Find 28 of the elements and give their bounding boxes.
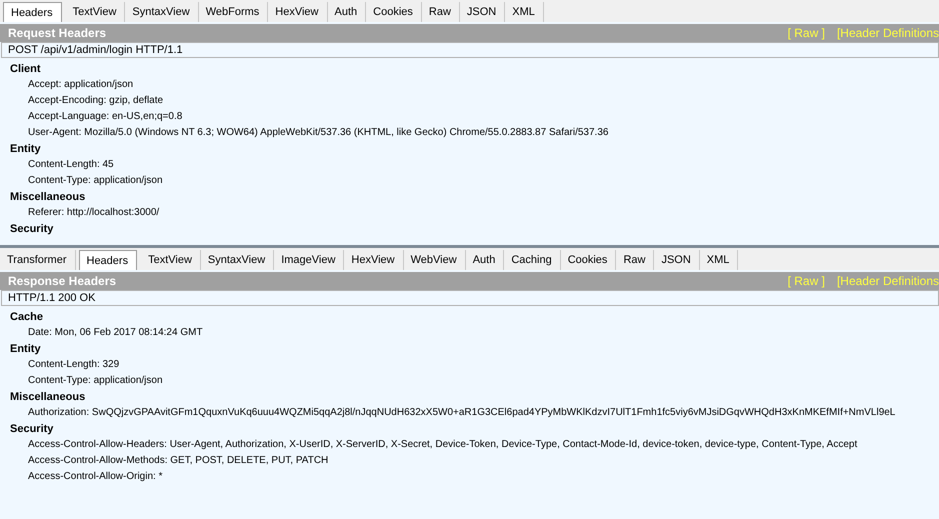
header-entry: Accept-Language: en-US,en;q=0.8: [27, 110, 184, 124]
header-entry: Content-Length: 45: [27, 158, 115, 172]
header-group-label: Miscellaneous: [10, 390, 86, 405]
header-entry: Accept: application/json: [27, 78, 134, 92]
header-group-label: Miscellaneous: [10, 190, 86, 205]
header-entry: Access-Control-Allow-Origin: *: [27, 470, 164, 484]
header-group-label: Entity: [10, 342, 42, 357]
section-title: Request Headers: [8, 26, 106, 40]
request-line-field[interactable]: HTTP/1.1 200 OK: [1, 290, 939, 306]
request-line-field[interactable]: POST /api/v1/admin/login HTTP/1.1: [1, 42, 939, 58]
header-group-label: Security: [10, 222, 54, 237]
tab[interactable]: Headers: [78, 250, 138, 270]
header-group-label: Cache: [10, 310, 44, 325]
header-entry: Date: Mon, 06 Feb 2017 08:14:24 GMT: [27, 326, 204, 340]
tab[interactable]: Headers: [3, 2, 62, 22]
header-entry: Content-Length: 329: [27, 358, 120, 372]
section-title: Response Headers: [8, 274, 116, 288]
header-entry: Content-Type: application/json: [27, 374, 164, 388]
header-entry: Authorization: SwQQjzvGPAAvitGFm1QquxnVuKq6uuu4WQZMi5qqA2j8l/nJqqNUdH632xX5W0+aR1G3CEl6pad4YPyMbWKlKdzvI7UlT1Fmh1fc5viy6vMJsiDGqvWHQdH3xKnMKEfMIf+NmVLl9eL: [27, 406, 896, 420]
header-group-label: Security: [10, 422, 54, 437]
header-group-label: Client: [10, 62, 42, 77]
header-entry: Accept-Encoding: gzip, deflate: [27, 94, 164, 108]
header-entry: Content-Type: application/json: [27, 174, 164, 188]
header-entry: Referer: http://localhost:3000/: [27, 206, 160, 220]
header-entry: Access-Control-Allow-Headers: User-Agent, Authorization, X-UserID, X-ServerID, X-Secret, Device-Token, Device-Type, Contact-Mode-Id, device-token, device-type, Content-Type, Accept: [27, 438, 858, 452]
header-entry: Access-Control-Allow-Methods: GET, POST, DELETE, PUT, PATCH: [27, 454, 330, 468]
header-entry: User-Agent: Mozilla/5.0 (Windows NT 6.3; WOW64) AppleWebKit/537.36 (KHTML, like Gecko) Chrome/55.0.2883.87 Safari/537.36: [27, 126, 610, 140]
header-group-label: Entity: [10, 142, 42, 157]
